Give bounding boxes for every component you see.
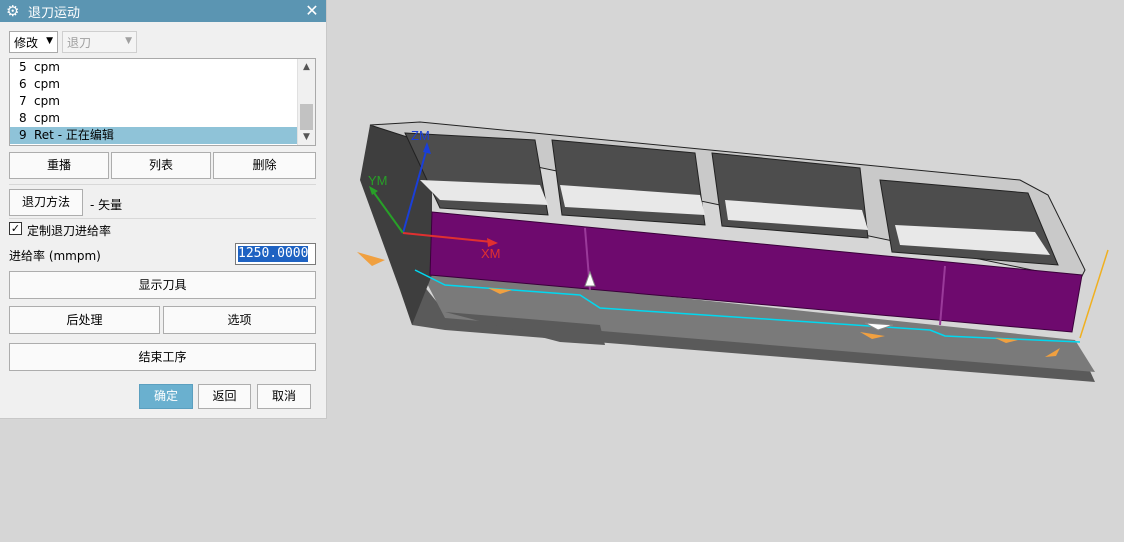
z-axis-label: ZM [411,128,430,143]
divider [9,184,316,185]
dialog-title: 退刀运动 [28,5,81,21]
list-item[interactable]: 7 cpm [10,93,298,110]
retract-type-value: 退刀 [67,35,92,50]
x-axis-label: XM [481,246,501,261]
y-axis-label: YM [368,173,388,188]
list-item[interactable]: 6 cpm [10,76,298,93]
feed-rate-input[interactable]: 1250.0000 [235,243,316,265]
feed-rate-value: 1250.0000 [238,246,309,262]
replay-button[interactable]: 重播 [9,152,109,179]
delete-button[interactable]: 删除 [213,152,316,179]
list-item[interactable]: 5 cpm [10,59,298,76]
scroll-thumb[interactable] [300,104,313,130]
chevron-down-icon: ▼ [125,36,132,46]
divider [9,218,316,219]
retract-method-value: - 矢量 [90,198,123,212]
retract-method-button[interactable]: 退刀方法 [9,189,83,216]
scroll-up-icon[interactable]: ▲ [298,59,315,75]
list-item-selected[interactable]: 9 Ret - 正在编辑 [10,127,298,144]
list-item[interactable]: 8 cpm [10,110,298,127]
retract-vector [1079,249,1109,339]
mode-select[interactable]: 修改 ▼ [9,31,58,53]
custom-feed-checkbox-label: 定制退刀进给率 [27,224,112,238]
ok-button[interactable]: 确定 [139,384,193,409]
retract-type-select[interactable]: 退刀 ▼ [62,31,137,53]
retract-motion-dialog: ⚙ 退刀运动 ✕ 修改 ▼ 退刀 ▼ 5 cpm 6 cpm 7 cpm 8 cpm 9… [0,0,327,419]
cancel-button[interactable]: 取消 [257,384,311,409]
feed-arrow-icon [357,252,385,266]
close-icon[interactable]: ✕ [304,0,320,22]
list-scrollbar[interactable]: ▲ ▼ [297,59,315,145]
show-tool-button[interactable]: 显示刀具 [9,271,316,299]
motion-list[interactable]: 5 cpm 6 cpm 7 cpm 8 cpm 9 Ret - 正在编辑 ▲ ▼ [9,58,316,146]
postprocess-button[interactable]: 后处理 [9,306,160,334]
custom-feed-checkbox[interactable]: ✓ [9,222,22,235]
scroll-down-icon[interactable]: ▼ [298,129,315,145]
gear-icon: ⚙ [6,2,20,20]
feed-rate-label: 进给率 (mmpm) [9,249,101,263]
graphics-viewport[interactable]: ZM YM XM [327,0,1124,542]
back-button[interactable]: 返回 [198,384,251,409]
options-button[interactable]: 选项 [163,306,316,334]
mode-select-value: 修改 [14,35,39,50]
chevron-down-icon: ▼ [46,36,53,46]
finish-operation-button[interactable]: 结束工序 [9,343,316,371]
list-button[interactable]: 列表 [111,152,211,179]
dialog-titlebar[interactable]: ⚙ 退刀运动 ✕ [0,0,326,22]
